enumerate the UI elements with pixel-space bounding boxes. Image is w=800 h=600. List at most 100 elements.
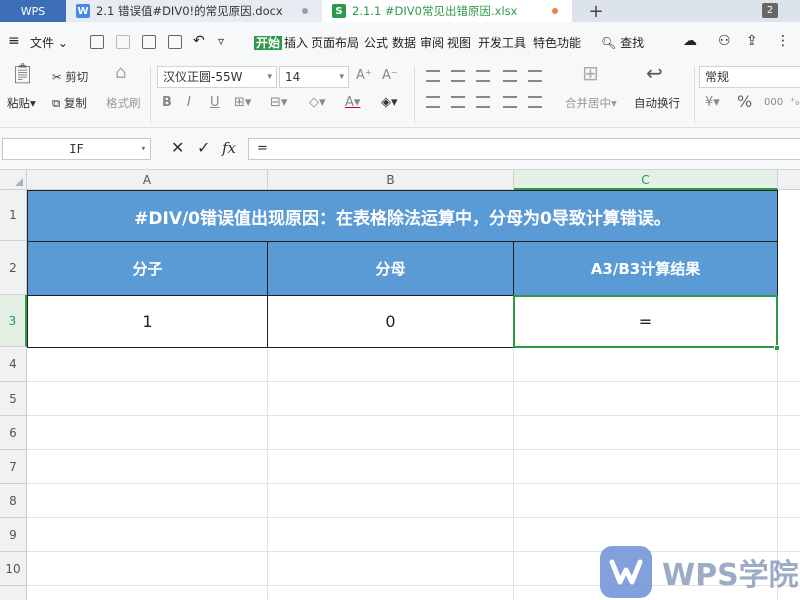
indent-increase-icon[interactable] — [528, 70, 542, 82]
number-format-select[interactable]: 常规 — [699, 66, 800, 88]
column-header-a[interactable]: A — [27, 170, 268, 190]
menu-tab-insert[interactable]: 插入 — [284, 36, 308, 50]
fill-handle[interactable] — [774, 345, 780, 351]
cell-a1-title[interactable]: #DIV/0错误值出现原因：在表格除法运算中，分母为0导致计算错误。 — [27, 190, 778, 242]
tab-docx[interactable]: W 2.1 错误值#DIV0!的常见原因.docx — [66, 0, 322, 22]
cell-b2-header[interactable]: 分母 — [267, 241, 514, 296]
thousands-separator-icon[interactable]: 000 — [764, 96, 783, 110]
column-header-d[interactable] — [778, 170, 800, 190]
search-icon: 🔍︎ — [601, 36, 617, 50]
tab-unsaved-dot — [552, 8, 558, 14]
clear-format-icon[interactable]: ◈▾ — [381, 96, 398, 110]
new-tab-button[interactable]: + — [584, 0, 608, 22]
wps-home-tab[interactable]: WPS — [0, 0, 66, 22]
cell-style-icon[interactable]: ⊟▾ — [270, 96, 287, 110]
font-name-select[interactable]: 汉仪正圆-55W ▾ — [157, 66, 277, 88]
align-bottom-icon[interactable] — [476, 70, 490, 82]
row-header-3[interactable]: 3 — [0, 295, 27, 347]
row-header-2[interactable]: 2 — [0, 241, 27, 295]
share-icon[interactable]: ⇪ — [746, 34, 758, 48]
row-header-6[interactable]: 6 — [0, 416, 27, 450]
format-painter-button[interactable]: 格式刷 — [106, 96, 141, 110]
underline-icon[interactable]: U — [210, 96, 220, 110]
row-header-4[interactable]: 4 — [0, 347, 27, 382]
menu-tab-formulas[interactable]: 公式 — [364, 36, 388, 50]
menu-tab-page-layout[interactable]: 页面布局 — [311, 36, 359, 50]
formula-input[interactable]: = — [248, 138, 800, 160]
export-icon[interactable] — [116, 35, 130, 49]
cloud-sync-icon[interactable]: ☁ — [683, 34, 697, 48]
print-preview-icon[interactable] — [168, 35, 182, 49]
decrease-font-icon[interactable]: A⁻ — [382, 69, 398, 83]
gridline — [27, 517, 800, 518]
italic-icon[interactable]: I — [187, 96, 191, 110]
row-header-5[interactable]: 5 — [0, 382, 27, 416]
name-box[interactable]: IF ▾ — [2, 138, 151, 160]
select-all-button[interactable] — [0, 170, 27, 190]
font-size-select[interactable]: 14 ▾ — [279, 66, 349, 88]
percent-icon[interactable]: % — [737, 94, 752, 110]
row-header-8[interactable]: 8 — [0, 484, 27, 518]
increase-font-icon[interactable]: A⁺ — [356, 69, 372, 83]
undo-icon[interactable]: ↶ — [193, 34, 205, 48]
align-right-icon[interactable] — [476, 96, 490, 108]
align-top-icon[interactable] — [426, 70, 440, 82]
cell-c3-active[interactable]: = — [513, 295, 778, 348]
print-icon[interactable] — [142, 35, 156, 49]
align-middle-icon[interactable] — [451, 70, 465, 82]
justify-icon[interactable] — [503, 96, 517, 108]
decimal-icon[interactable]: ⁺₀ — [790, 96, 799, 110]
border-icon[interactable]: ⊞▾ — [234, 96, 251, 110]
align-left-icon[interactable] — [426, 96, 440, 108]
spreadsheet-icon: S — [332, 4, 346, 18]
align-center-icon[interactable] — [451, 96, 465, 108]
insert-function-icon[interactable]: fx — [222, 139, 236, 157]
quick-access-dropdown-icon[interactable]: ▿ — [218, 34, 224, 48]
menu-tab-data[interactable]: 数据 — [392, 36, 416, 50]
more-icon[interactable]: ⋮ — [776, 34, 790, 48]
tab-xlsx[interactable]: S 2.1.1 #DIV0常见出错原因.xlsx — [322, 0, 572, 22]
distributed-align-icon[interactable] — [528, 96, 542, 108]
currency-icon[interactable]: ¥▾ — [705, 96, 720, 110]
menu-tab-developer[interactable]: 开发工具 — [478, 36, 526, 50]
ribbon-separator — [414, 66, 415, 124]
save-icon[interactable] — [90, 35, 104, 49]
indent-decrease-icon[interactable] — [503, 70, 517, 82]
search-button[interactable]: 🔍︎ 查找 — [601, 36, 644, 50]
menu-bar: ≡ 文件 ⌄ ↶ ▿ 开始 插入 页面布局 公式 数据 审阅 视图 开发工具 特… — [0, 22, 800, 62]
row-header-11[interactable] — [0, 586, 27, 600]
paste-button[interactable]: 粘贴▾ — [7, 96, 36, 110]
bold-icon[interactable]: B — [162, 96, 172, 110]
copy-button[interactable]: ⧉ 复制 — [52, 96, 87, 110]
hamburger-icon[interactable]: ≡ — [8, 34, 20, 48]
ribbon-separator — [150, 66, 151, 124]
confirm-icon[interactable]: ✓ — [197, 139, 210, 157]
font-color-icon[interactable]: A▾ — [345, 96, 360, 110]
cancel-icon[interactable]: ✕ — [171, 139, 184, 157]
row-header-9[interactable]: 9 — [0, 518, 27, 552]
collaborate-icon[interactable]: ⚇ — [718, 34, 731, 48]
cell-b3[interactable]: 0 — [267, 295, 514, 348]
fill-color-icon[interactable]: ◇▾ — [309, 96, 326, 110]
menu-tab-review[interactable]: 审阅 — [420, 36, 444, 50]
wrap-text-button[interactable]: 自动换行 — [634, 96, 680, 110]
ribbon-toolbar: 📋︎ 粘贴▾ ✂ 剪切 ⧉ 复制 ⌂ 格式刷 汉仪正圆-55W ▾ 14 ▾ A⁺ … — [0, 62, 800, 128]
cut-button[interactable]: ✂ 剪切 — [52, 70, 88, 84]
menu-tab-home[interactable]: 开始 — [254, 36, 283, 50]
row-header-7[interactable]: 7 — [0, 450, 27, 484]
menu-tab-view[interactable]: 视图 — [447, 36, 471, 50]
row-header-1[interactable]: 1 — [0, 190, 27, 241]
watermark-text: WPS学院 — [662, 558, 799, 593]
window-count-badge[interactable]: 2 — [762, 3, 778, 18]
cell-c2-header[interactable]: A3/B3计算结果 — [513, 241, 778, 296]
row-header-10[interactable]: 10 — [0, 552, 27, 586]
copy-icon: ⧉ — [52, 96, 61, 110]
cell-a3[interactable]: 1 — [27, 295, 268, 348]
column-header-c[interactable]: C — [514, 170, 778, 190]
cell-a2-header[interactable]: 分子 — [27, 241, 268, 296]
column-header-b[interactable]: B — [268, 170, 514, 190]
merge-center-button[interactable]: 合并居中▾ — [565, 96, 617, 110]
paste-icon[interactable]: 📋︎ — [10, 63, 35, 83]
menu-tab-features[interactable]: 特色功能 — [533, 36, 581, 50]
file-menu[interactable]: 文件 ⌄ — [30, 36, 68, 50]
